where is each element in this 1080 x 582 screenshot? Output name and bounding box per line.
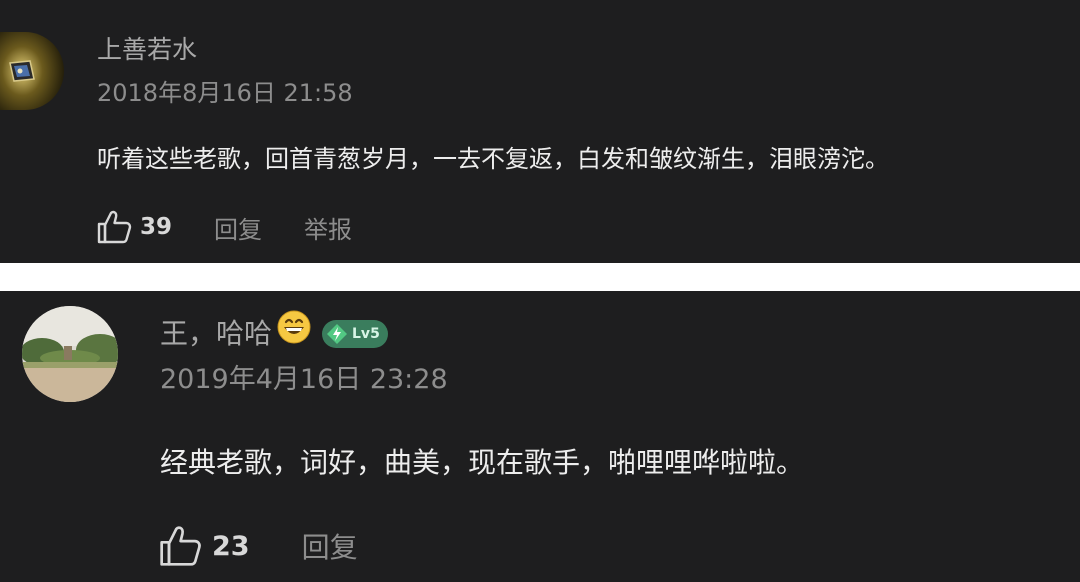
like-count: 39 <box>140 214 173 240</box>
comment-timestamp: 2018年8月16日 21:58 <box>97 79 353 107</box>
comment-text: 经典老歌，词好，曲美，现在歌手，啪哩哩哗啦啦。 <box>160 446 805 479</box>
comment-text: 听着这些老歌，回首青葱岁月，一去不复返，白发和皱纹渐生，泪眼滂沱。 <box>97 145 889 173</box>
reply-button[interactable]: 回复 <box>214 210 262 245</box>
comment-timestamp: 2019年4月16日 23:28 <box>160 364 448 395</box>
comment-actions: 39 回复 举报 <box>96 204 352 250</box>
comment-card: 上善若水 2018年8月16日 21:58 听着这些老歌，回首青葱岁月，一去不复… <box>0 0 1080 263</box>
lightning-icon <box>327 323 348 344</box>
level-badge: Lv5 <box>322 319 388 348</box>
reply-button[interactable]: 回复 <box>302 526 358 566</box>
comment-card: 王，哈哈 Lv5 2019年4月16日 23:28 经典老歌，词好，曲美，现在歌… <box>0 291 1080 582</box>
park-photo-avatar-icon <box>22 306 118 402</box>
user-avatar[interactable] <box>22 306 118 402</box>
grinning-face-icon <box>276 309 312 358</box>
comment-actions: 23 回复 <box>158 520 358 572</box>
thumbs-up-icon <box>97 210 132 244</box>
like-count: 23 <box>212 530 250 562</box>
thumbs-up-icon <box>160 526 201 566</box>
level-text: Lv5 <box>352 325 380 342</box>
like-button[interactable]: 39 <box>96 209 172 245</box>
framed-picture-avatar-icon <box>0 32 64 110</box>
like-button[interactable]: 23 <box>158 524 250 568</box>
username[interactable]: 上善若水 <box>97 30 197 70</box>
user-avatar[interactable] <box>0 32 64 110</box>
report-button[interactable]: 举报 <box>304 210 352 245</box>
username-row: 王，哈哈 Lv5 <box>160 309 388 358</box>
username[interactable]: 王，哈哈 <box>160 312 272 356</box>
